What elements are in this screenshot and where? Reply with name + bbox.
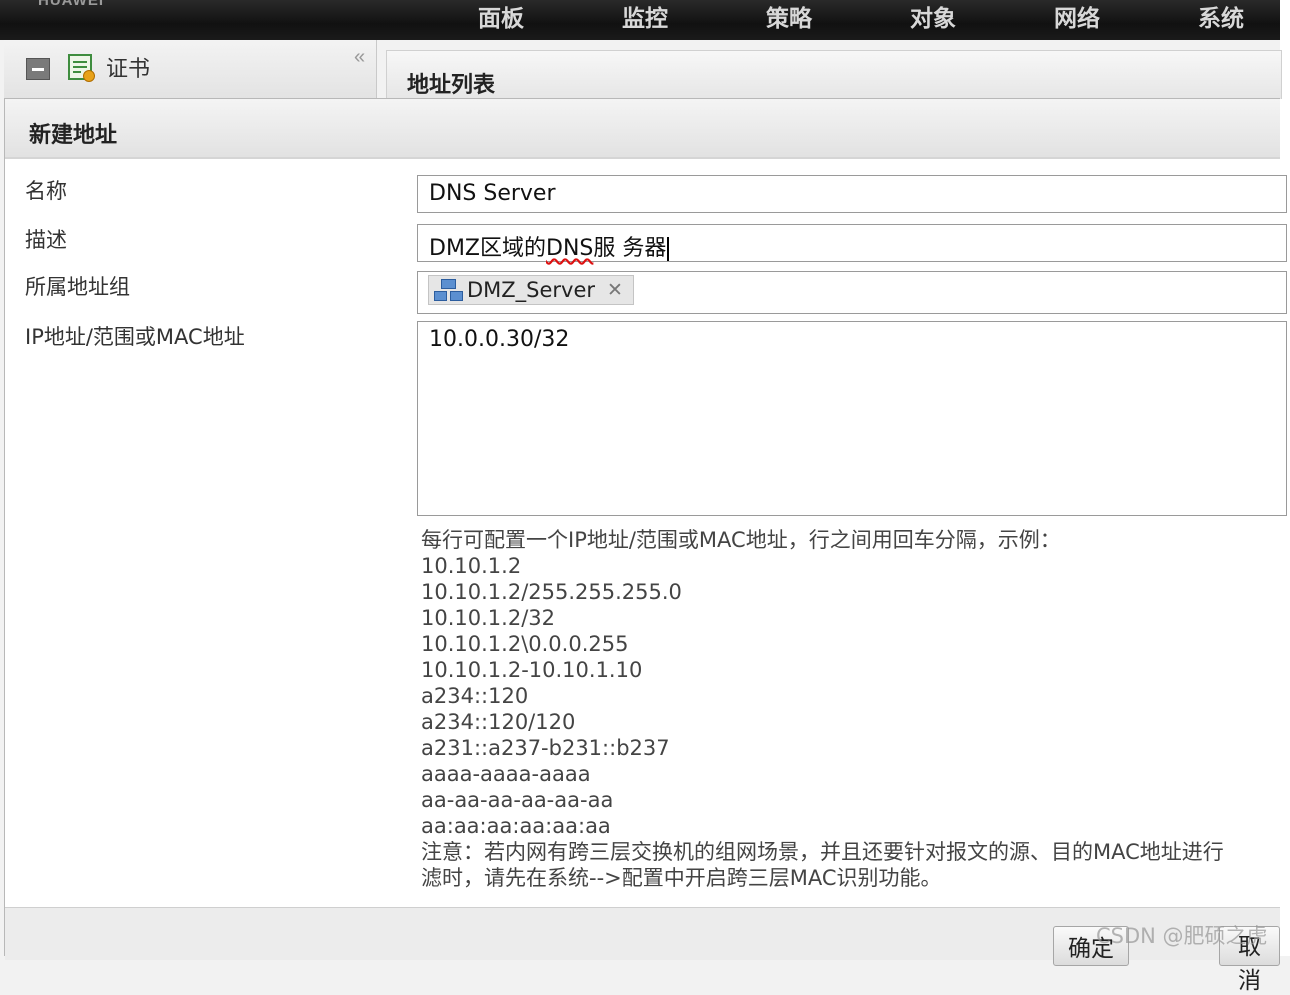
description-label: 描述 [25, 228, 67, 252]
help-note: 注意：若内网有跨三层交换机的组网场景，并且还要针对报文的源、目的MAC地址进行 [421, 840, 1224, 864]
nav-policy[interactable]: 策略 [766, 0, 812, 33]
spellcheck-flag: DNS [546, 236, 594, 261]
help-intro: 每行可配置一个IP地址/范围或MAC地址，行之间用回车分隔，示例： [421, 528, 1061, 552]
collapse-panel-icon[interactable]: « [354, 46, 365, 69]
help-example: 10.10.1.2 [421, 554, 522, 578]
help-example: a234::120 [421, 684, 529, 708]
address-textarea[interactable]: 10.0.0.30/32 [417, 321, 1287, 516]
help-example: aa-aa-aa-aa-aa-aa [421, 788, 614, 812]
help-example: 10.10.1.2/255.255.255.0 [421, 580, 682, 604]
group-tag: DMZ_Server ✕ [428, 275, 634, 305]
brand-logo: HUAWEI [38, 0, 104, 9]
description-input-value: DMZ区域的DNS服 务器 [429, 230, 670, 262]
help-note: 滤时，请先在系统-->配置中开启跨三层MAC识别功能。 [421, 866, 942, 890]
help-example: 10.10.1.2\0.0.0.255 [421, 632, 629, 656]
dialog-header: 新建地址 [5, 99, 1280, 159]
help-example: aaaa-aaaa-aaaa [421, 762, 591, 786]
nav-dashboard[interactable]: 面板 [478, 0, 524, 33]
nav-network[interactable]: 网络 [1054, 0, 1100, 33]
address-help-text: 每行可配置一个IP地址/范围或MAC地址，行之间用回车分隔，示例： 10.10.… [421, 527, 1290, 891]
network-group-icon [433, 278, 463, 302]
help-example: a231::a237-b231::b237 [421, 736, 670, 760]
close-icon[interactable]: ✕ [607, 279, 623, 302]
page-title: 地址列表 [407, 72, 496, 98]
watermark: CSDN @肥硕之虎 [1096, 924, 1268, 948]
help-example: 10.10.1.2/32 [421, 606, 555, 630]
description-input[interactable]: DMZ区域的DNS服 务器 [417, 224, 1287, 262]
help-example: a234::120/120 [421, 710, 576, 734]
name-input[interactable]: DNS Server [417, 175, 1287, 213]
tree-item-certificate[interactable]: 证书 [106, 51, 150, 83]
help-example: aa:aa:aa:aa:aa:aa [421, 814, 611, 838]
left-tree-panel: 证书 « [4, 40, 377, 98]
text-caret [667, 237, 670, 261]
top-nav-bar: HUAWEI 面板 监控 策略 对象 网络 系统 [0, 0, 1280, 40]
certificate-icon [68, 54, 95, 82]
group-select[interactable]: DMZ_Server ✕ [417, 271, 1287, 314]
address-textarea-value: 10.0.0.30/32 [429, 327, 570, 352]
group-tag-label: DMZ_Server [467, 278, 596, 302]
dialog-footer: 确定 取消 [5, 907, 1280, 994]
collapse-icon[interactable] [26, 58, 50, 80]
group-label: 所属地址组 [25, 275, 130, 299]
nav-system[interactable]: 系统 [1198, 0, 1244, 33]
main-panel-header: 地址列表 [386, 50, 1282, 99]
nav-object[interactable]: 对象 [910, 0, 956, 33]
name-label: 名称 [25, 179, 67, 203]
name-input-value: DNS Server [429, 181, 556, 206]
dialog-title: 新建地址 [29, 122, 118, 148]
help-example: 10.10.1.2-10.10.1.10 [421, 658, 643, 682]
nav-monitor[interactable]: 监控 [622, 0, 668, 33]
new-address-dialog: 新建地址 名称 DNS Server 描述 DMZ区域的DNS服 务器 所属地址… [4, 98, 1287, 994]
address-label: IP地址/范围或MAC地址 [25, 325, 245, 349]
